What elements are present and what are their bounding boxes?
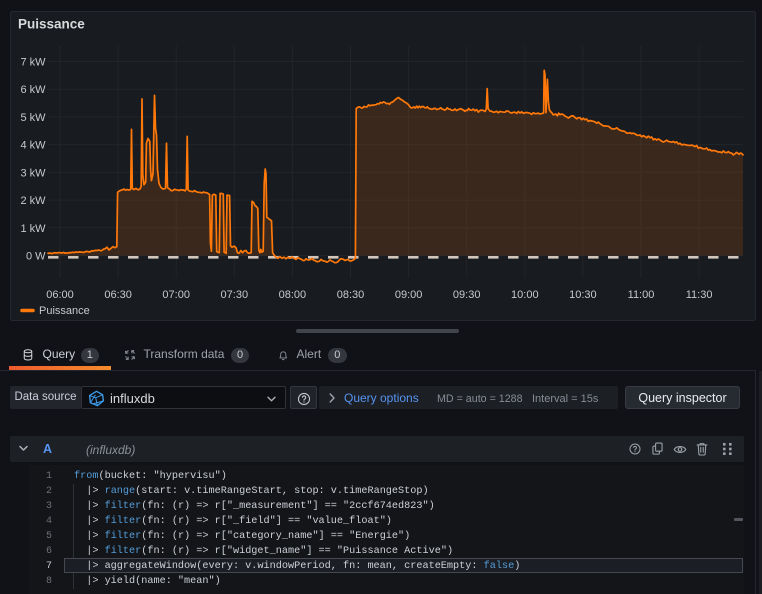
- svg-text:06:30: 06:30: [104, 289, 132, 301]
- svg-text:2 kW: 2 kW: [20, 195, 46, 207]
- svg-text:07:00: 07:00: [162, 289, 190, 301]
- svg-text:0 W: 0 W: [26, 251, 46, 263]
- svg-text:6 kW: 6 kW: [20, 84, 46, 96]
- svg-text:1 kW: 1 kW: [20, 223, 46, 235]
- svg-text:11:00: 11:00: [628, 289, 655, 301]
- svg-text:3 kW: 3 kW: [20, 167, 46, 179]
- svg-text:09:00: 09:00: [395, 289, 423, 301]
- svg-text:11:30: 11:30: [686, 289, 713, 301]
- svg-text:10:30: 10:30: [569, 289, 597, 301]
- svg-text:5 kW: 5 kW: [20, 112, 46, 124]
- svg-text:Puissance: Puissance: [18, 17, 85, 32]
- svg-text:08:00: 08:00: [279, 289, 307, 301]
- svg-text:06:00: 06:00: [46, 289, 74, 301]
- svg-text:4 kW: 4 kW: [20, 140, 46, 152]
- svg-text:07:30: 07:30: [221, 289, 249, 301]
- svg-text:10:00: 10:00: [511, 289, 539, 301]
- svg-text:7 kW: 7 kW: [20, 57, 46, 69]
- svg-text:08:30: 08:30: [337, 289, 365, 301]
- svg-text:Puissance: Puissance: [39, 305, 90, 317]
- svg-text:09:30: 09:30: [453, 289, 481, 301]
